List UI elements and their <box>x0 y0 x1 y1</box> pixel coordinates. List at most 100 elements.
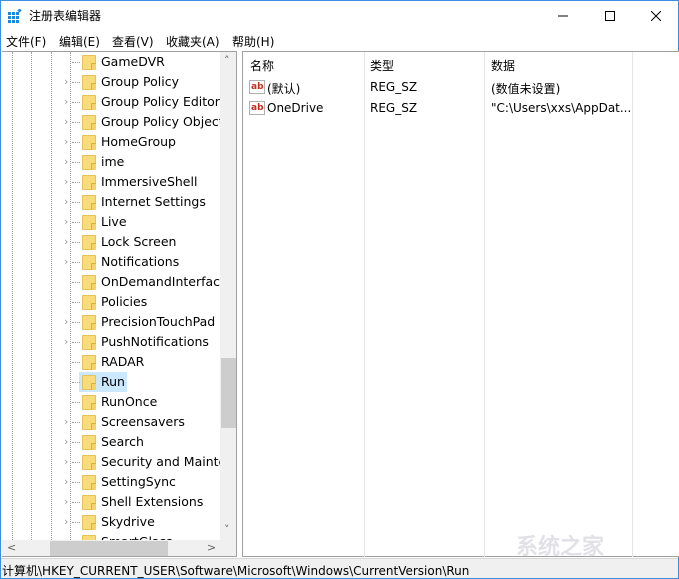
tree-item[interactable]: Policies <box>2 292 220 312</box>
folder-icon <box>82 195 96 210</box>
tree-item[interactable]: › Notifications <box>2 252 220 272</box>
tree-item[interactable]: GameDVR <box>2 52 220 72</box>
menu-file[interactable]: 文件(F) <box>6 33 46 50</box>
expand-chevron-icon[interactable]: › <box>64 236 72 248</box>
expand-chevron-icon[interactable]: › <box>64 76 72 88</box>
folder-icon <box>82 275 96 290</box>
tree-item[interactable]: › Group Policy Objects <box>2 112 220 132</box>
tree-horizontal-scrollbar[interactable]: < > <box>2 540 220 556</box>
tree-item-label: Lock Screen <box>101 234 177 249</box>
folder-icon <box>82 395 96 410</box>
column-separator[interactable] <box>632 52 633 557</box>
value-type: REG_SZ <box>370 101 418 115</box>
minimize-button[interactable] <box>540 1 586 30</box>
menu-help[interactable]: 帮助(H) <box>232 33 274 50</box>
expand-chevron-icon[interactable]: › <box>64 316 72 328</box>
tree-connector <box>72 462 80 463</box>
expand-chevron-icon[interactable]: › <box>64 416 72 428</box>
expand-chevron-icon[interactable]: › <box>64 456 72 468</box>
scroll-right-icon[interactable]: > <box>207 542 216 554</box>
tree-connector <box>72 242 80 243</box>
expand-chevron-icon[interactable]: › <box>64 96 72 108</box>
folder-icon <box>82 435 96 450</box>
tree-item[interactable]: › Search <box>2 432 220 452</box>
folder-icon <box>82 375 96 390</box>
tree-item[interactable]: › Lock Screen <box>2 232 220 252</box>
folder-icon <box>82 135 96 150</box>
folder-icon <box>82 355 96 370</box>
tree-item[interactable]: › Security and Maintenance <box>2 452 220 472</box>
value-row[interactable]: ab (默认) REG_SZ (数值未设置) <box>243 77 673 97</box>
tree-vertical-scrollbar[interactable]: ˄ ˅ <box>220 52 236 540</box>
folder-icon <box>82 175 96 190</box>
tree-item[interactable]: OnDemandInterfaceCache <box>2 272 220 292</box>
expand-chevron-icon[interactable]: › <box>64 516 72 528</box>
tree-item[interactable]: › PrecisionTouchPad <box>2 312 220 332</box>
expand-chevron-icon[interactable]: › <box>64 116 72 128</box>
tree-connector <box>72 182 80 183</box>
tree-item[interactable]: › PushNotifications <box>2 332 220 352</box>
scroll-left-icon[interactable]: < <box>7 542 16 554</box>
menu-edit[interactable]: 编辑(E) <box>59 33 100 50</box>
tree-connector <box>72 302 80 303</box>
tree-connector <box>72 222 80 223</box>
expand-chevron-icon[interactable]: › <box>64 216 72 228</box>
tree-item[interactable]: SmartGlass <box>2 532 220 540</box>
tree-item-label: PrecisionTouchPad <box>101 314 216 329</box>
tree-item[interactable]: › Internet Settings <box>2 192 220 212</box>
tree-vertical-scroll-thumb[interactable] <box>221 358 236 428</box>
expand-chevron-icon[interactable]: › <box>64 156 72 168</box>
menu-favorites[interactable]: 收藏夹(A) <box>166 33 220 50</box>
tree-item-label: SettingSync <box>101 474 176 489</box>
column-header-type[interactable]: 类型 <box>370 57 394 74</box>
tree-connector <box>72 382 80 383</box>
tree-item[interactable]: › SettingSync <box>2 472 220 492</box>
tree-item-label: OnDemandInterfaceCache <box>101 274 220 289</box>
column-separator[interactable] <box>364 52 365 557</box>
close-button[interactable] <box>633 1 679 30</box>
value-row[interactable]: ab OneDrive REG_SZ "C:\Users\xxs\AppDat.… <box>243 98 673 118</box>
folder-icon <box>82 335 96 350</box>
scroll-down-icon[interactable]: ˅ <box>224 524 230 536</box>
expand-chevron-icon[interactable]: › <box>64 176 72 188</box>
column-header-name[interactable]: 名称 <box>250 57 274 74</box>
expand-chevron-icon[interactable]: › <box>64 256 72 268</box>
expand-chevron-icon[interactable]: › <box>64 196 72 208</box>
menu-view[interactable]: 查看(V) <box>112 33 154 50</box>
expand-chevron-icon[interactable]: › <box>64 436 72 448</box>
folder-icon <box>82 235 96 250</box>
registry-editor-icon <box>8 9 22 23</box>
column-header-data[interactable]: 数据 <box>491 57 515 74</box>
tree-item[interactable]: › ImmersiveShell <box>2 172 220 192</box>
tree-item[interactable]: › ime <box>2 152 220 172</box>
registry-values-list: 名称 类型 数据 ab (默认) REG_SZ (数值未设置) ab OneDr… <box>242 51 679 557</box>
tree-item[interactable]: › Skydrive <box>2 512 220 532</box>
expand-chevron-icon[interactable]: › <box>64 476 72 488</box>
column-separator[interactable] <box>484 52 485 557</box>
value-name: (默认) <box>267 82 301 96</box>
tree-connector <box>72 262 80 263</box>
tree-item[interactable]: › Live <box>2 212 220 232</box>
tree-item[interactable]: › Group Policy <box>2 72 220 92</box>
expand-chevron-icon[interactable]: › <box>64 496 72 508</box>
tree-item[interactable]: › HomeGroup <box>2 132 220 152</box>
tree-item[interactable]: › Shell Extensions <box>2 492 220 512</box>
tree-connector <box>72 402 80 403</box>
tree-item-label: Skydrive <box>101 514 155 529</box>
tree-item[interactable]: RADAR <box>2 352 220 372</box>
tree-item-label: GameDVR <box>101 54 165 69</box>
value-data: "C:\Users\xxs\AppDat... <box>491 101 632 115</box>
expand-chevron-icon[interactable]: › <box>64 136 72 148</box>
maximize-icon <box>605 10 615 21</box>
tree-item[interactable]: Run <box>2 372 220 392</box>
scrollbar-corner <box>220 540 236 556</box>
tree-connector <box>72 322 80 323</box>
maximize-button[interactable] <box>587 1 633 30</box>
tree-item[interactable]: RunOnce <box>2 392 220 412</box>
tree-horizontal-scroll-thumb[interactable] <box>50 541 168 556</box>
tree-item[interactable]: › Screensavers <box>2 412 220 432</box>
tree-item-label: Group Policy <box>101 74 179 89</box>
tree-item[interactable]: › Group Policy Editor <box>2 92 220 112</box>
scroll-up-icon[interactable]: ˄ <box>224 55 230 67</box>
expand-chevron-icon[interactable]: › <box>64 336 72 348</box>
